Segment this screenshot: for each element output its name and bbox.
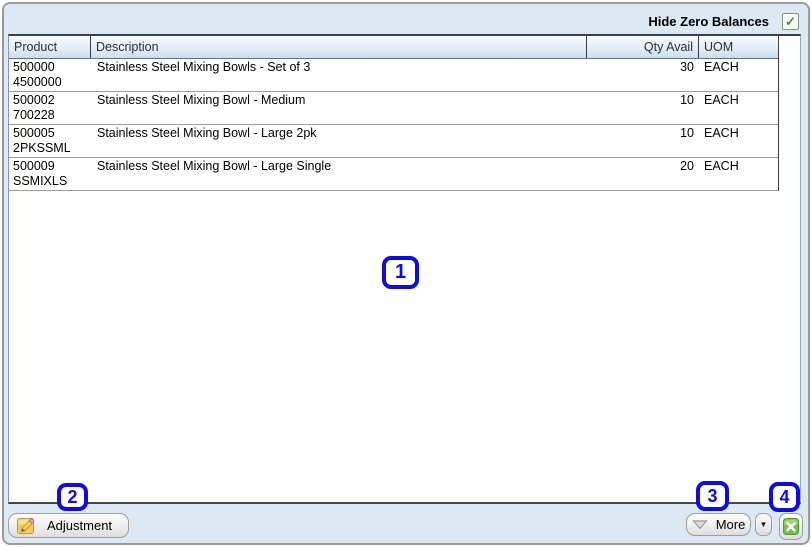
uom-cell: EACH (704, 126, 739, 140)
more-dropdown-button[interactable]: ▼ (755, 513, 772, 536)
qty-avail-cell: 10 (680, 126, 694, 140)
product-cell: 500002 700228 (9, 92, 91, 124)
inventory-balances-panel: Hide Zero Balances ✓ Product Description… (2, 2, 810, 545)
description-cell: Stainless Steel Mixing Bowl - Large 2pk (97, 126, 317, 140)
column-header-description[interactable]: Description (91, 36, 587, 58)
table-row[interactable]: 500000 4500000 Stainless Steel Mixing Bo… (9, 59, 778, 92)
product-cell: 500009 SSMIXLS (9, 158, 91, 190)
product-code: 500009 (13, 159, 55, 173)
annotation-badge-3: 3 (696, 481, 729, 511)
hide-zero-balances-label: Hide Zero Balances (648, 14, 769, 29)
table-header-row: Product Description Qty Avail UOM (9, 36, 778, 59)
uom-cell: EACH (704, 159, 739, 173)
hide-zero-balances-checkbox[interactable]: ✓ (782, 13, 799, 30)
checkmark-icon: ✓ (785, 14, 796, 29)
qty-avail-cell: 30 (680, 60, 694, 74)
down-triangle-icon (691, 519, 708, 529)
product-cell: 500000 4500000 (9, 59, 91, 91)
uom-cell: EACH (704, 60, 739, 74)
product-code: 500000 (13, 60, 55, 74)
qty-avail-cell: 10 (680, 93, 694, 107)
description-cell: Stainless Steel Mixing Bowl - Large Sing… (97, 159, 332, 173)
table-row[interactable]: 500002 700228 Stainless Steel Mixing Bow… (9, 92, 778, 125)
column-header-product[interactable]: Product (9, 36, 91, 58)
description-cell: Stainless Steel Mixing Bowls - Set of 3 (97, 60, 311, 74)
product-code: 500002 (13, 93, 55, 107)
more-button[interactable]: More (686, 513, 751, 536)
column-header-qty-avail[interactable]: Qty Avail (587, 36, 699, 58)
hide-zero-balances-group: Hide Zero Balances ✓ (648, 13, 799, 30)
adjustment-button[interactable]: Adjustment (8, 513, 129, 538)
product-alt-code: 700228 (13, 108, 55, 122)
product-cell: 500005 2PKSSML (9, 125, 91, 157)
note-pencil-icon (17, 517, 35, 534)
table-row[interactable]: 500009 SSMIXLS Stainless Steel Mixing Bo… (9, 158, 778, 191)
excel-export-icon (783, 518, 799, 535)
table-row[interactable]: 500005 2PKSSML Stainless Steel Mixing Bo… (9, 125, 778, 158)
adjustment-button-label: Adjustment (47, 518, 113, 533)
column-header-uom[interactable]: UOM (699, 36, 778, 58)
description-cell: Stainless Steel Mixing Bowl - Medium (97, 93, 306, 107)
qty-avail-cell: 20 (680, 159, 694, 173)
annotation-badge-1: 1 (382, 256, 419, 289)
product-alt-code: 4500000 (13, 75, 62, 89)
dropdown-arrow-icon: ▼ (759, 520, 768, 529)
product-alt-code: SSMIXLS (13, 174, 68, 188)
product-alt-code: 2PKSSML (13, 141, 71, 155)
product-code: 500005 (13, 126, 55, 140)
uom-cell: EACH (704, 93, 739, 107)
annotation-badge-2: 2 (57, 483, 88, 511)
product-grid: Product Description Qty Avail UOM 500000… (9, 36, 779, 191)
export-to-excel-button[interactable] (779, 513, 803, 540)
annotation-badge-4: 4 (769, 482, 800, 512)
more-button-label: More (715, 517, 746, 532)
